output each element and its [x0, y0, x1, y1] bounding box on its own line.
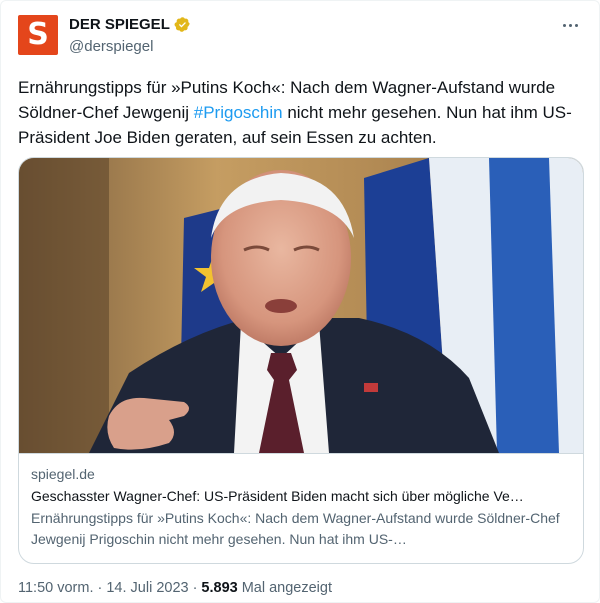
tweet-text: Ernährungstipps für »Putins Koch«: Nach …	[18, 75, 588, 150]
hashtag-link[interactable]: #Prigoschin	[194, 103, 283, 122]
avatar[interactable]: S	[18, 15, 58, 55]
separator: ·	[192, 580, 198, 596]
user-handle[interactable]: @derspiegel	[69, 38, 153, 55]
link-preview-card[interactable]: spiegel.de Geschasster Wagner-Chef: US-P…	[18, 157, 584, 564]
separator: ·	[97, 580, 103, 596]
views-count: 5.893	[201, 580, 238, 596]
card-meta: spiegel.de Geschasster Wagner-Chef: US-P…	[19, 453, 583, 563]
views-label: Mal angezeigt	[241, 580, 332, 596]
tweet-footer: 11:50 vorm. · 14. Juli 2023 · 5.893 Mal …	[18, 580, 332, 596]
display-name[interactable]: DER SPIEGEL	[69, 16, 170, 33]
card-domain: spiegel.de	[31, 466, 95, 482]
tweet-date[interactable]: 14. Juli 2023	[106, 580, 188, 596]
spiegel-logo-letter: S	[27, 17, 49, 52]
tweet-time[interactable]: 11:50 vorm.	[18, 580, 94, 596]
card-title: Geschasster Wagner-Chef: US-Präsident Bi…	[31, 488, 524, 504]
tweet-card: S DER SPIEGEL @derspiegel Ernährungstipp…	[0, 0, 600, 603]
article-photo	[19, 158, 583, 453]
card-description: Ernährungstipps für »Putins Koch«: Nach …	[31, 510, 560, 547]
author-name-row: DER SPIEGEL	[69, 16, 191, 33]
more-options-icon[interactable]	[558, 13, 582, 37]
verified-badge-icon	[174, 17, 190, 32]
